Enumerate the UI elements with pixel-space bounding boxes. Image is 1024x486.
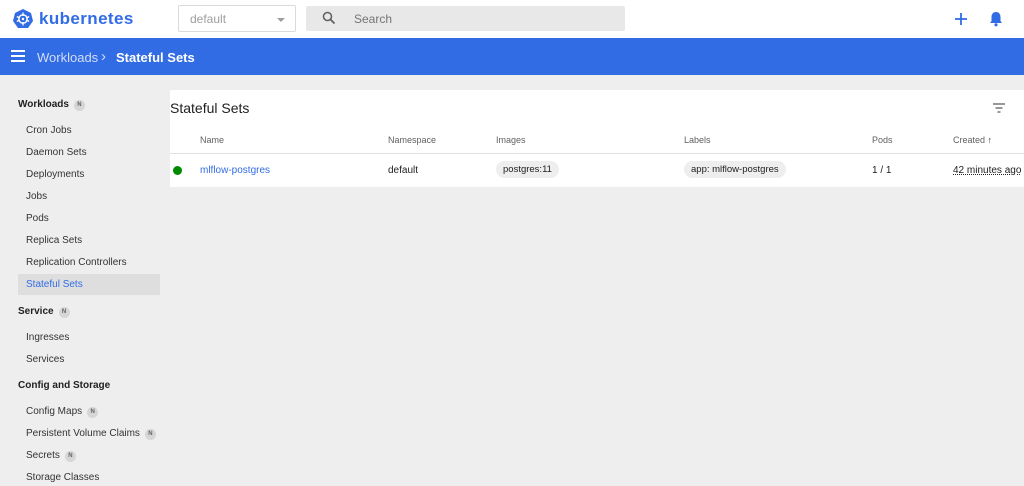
row-namespace: default xyxy=(388,165,419,176)
section-title: Workloads xyxy=(18,99,69,110)
card-title: Stateful Sets xyxy=(170,100,250,116)
section-title: Service xyxy=(18,306,54,317)
sidebar-item-secrets[interactable]: Secrets N xyxy=(26,450,76,462)
sidebar-item-persistent-volume-claims[interactable]: Persistent Volume Claims N xyxy=(26,428,156,440)
sidebar-item-replication-controllers[interactable]: Replication Controllers xyxy=(26,257,127,268)
column-header-pods: Pods xyxy=(872,135,893,145)
item-label: Secrets xyxy=(26,450,60,461)
notifications-bell-icon[interactable] xyxy=(986,9,1006,29)
column-label: Created xyxy=(953,135,986,145)
namespaced-badge: N xyxy=(64,451,76,462)
menu-icon[interactable] xyxy=(11,50,25,62)
namespace-value: default xyxy=(190,12,227,26)
search-icon xyxy=(322,11,336,25)
kubernetes-logo-icon[interactable] xyxy=(12,8,34,30)
sidebar-item-storage-classes[interactable]: Storage Classes xyxy=(26,472,99,483)
column-header-labels: Labels xyxy=(684,135,711,145)
namespaced-badge: N xyxy=(87,407,99,418)
chevron-down-icon xyxy=(277,18,285,22)
column-header-images: Images xyxy=(496,135,526,145)
image-chip: postgres:11 xyxy=(496,161,559,178)
namespaced-badge: N xyxy=(58,307,70,318)
namespaced-badge: N xyxy=(144,429,156,440)
sidebar-item-cron-jobs[interactable]: Cron Jobs xyxy=(26,125,72,136)
sidebar-item-deployments[interactable]: Deployments xyxy=(26,169,84,180)
top-toolbar: kubernetes default xyxy=(0,0,1024,38)
sidebar-nav: Workloads N Cron Jobs Daemon Sets Deploym… xyxy=(0,75,168,486)
namespaced-badge: N xyxy=(73,100,85,111)
sidebar-section-service[interactable]: Service N xyxy=(18,306,70,318)
filter-list-icon[interactable] xyxy=(992,102,1006,114)
create-plus-icon[interactable] xyxy=(951,9,971,29)
sidebar-item-stateful-sets[interactable]: Stateful Sets xyxy=(26,279,83,290)
sidebar-section-workloads[interactable]: Workloads N xyxy=(18,99,85,111)
breadcrumb-chevron-icon: › xyxy=(101,48,106,65)
sidebar-item-services[interactable]: Services xyxy=(26,354,64,365)
breadcrumb-current: Stateful Sets xyxy=(116,50,195,65)
sidebar-item-ingresses[interactable]: Ingresses xyxy=(26,332,69,343)
item-label: Persistent Volume Claims xyxy=(26,428,140,439)
namespace-select[interactable]: default xyxy=(178,5,296,32)
column-header-name[interactable]: Name xyxy=(200,135,224,145)
sidebar-section-config-storage[interactable]: Config and Storage xyxy=(18,380,110,391)
item-label: Config Maps xyxy=(26,406,83,417)
brand-name[interactable]: kubernetes xyxy=(39,9,134,29)
stateful-sets-card: Stateful Sets Name Namespace Images Labe… xyxy=(170,90,1024,187)
sidebar-item-config-maps[interactable]: Config Maps N xyxy=(26,406,99,418)
search-input[interactable] xyxy=(354,6,614,31)
sidebar-item-jobs[interactable]: Jobs xyxy=(26,191,47,202)
column-header-namespace[interactable]: Namespace xyxy=(388,135,436,145)
label-chip: app: mlflow-postgres xyxy=(684,161,786,178)
row-name-link[interactable]: mlflow-postgres xyxy=(200,165,270,176)
search-bar[interactable] xyxy=(306,6,625,31)
sidebar-item-daemon-sets[interactable]: Daemon Sets xyxy=(26,147,87,158)
sort-arrow-up-icon: ↑ xyxy=(987,135,993,145)
app-header: Workloads › Stateful Sets xyxy=(0,38,1024,75)
sidebar-item-replica-sets[interactable]: Replica Sets xyxy=(26,235,82,246)
row-created: 42 minutes ago xyxy=(953,165,1022,176)
sidebar-item-pods[interactable]: Pods xyxy=(26,213,49,224)
status-running-icon xyxy=(173,166,182,175)
column-header-created[interactable]: Created ↑ xyxy=(953,135,992,145)
breadcrumb-workloads[interactable]: Workloads xyxy=(37,50,98,65)
header-divider xyxy=(170,153,1024,154)
row-pods: 1 / 1 xyxy=(872,165,892,176)
